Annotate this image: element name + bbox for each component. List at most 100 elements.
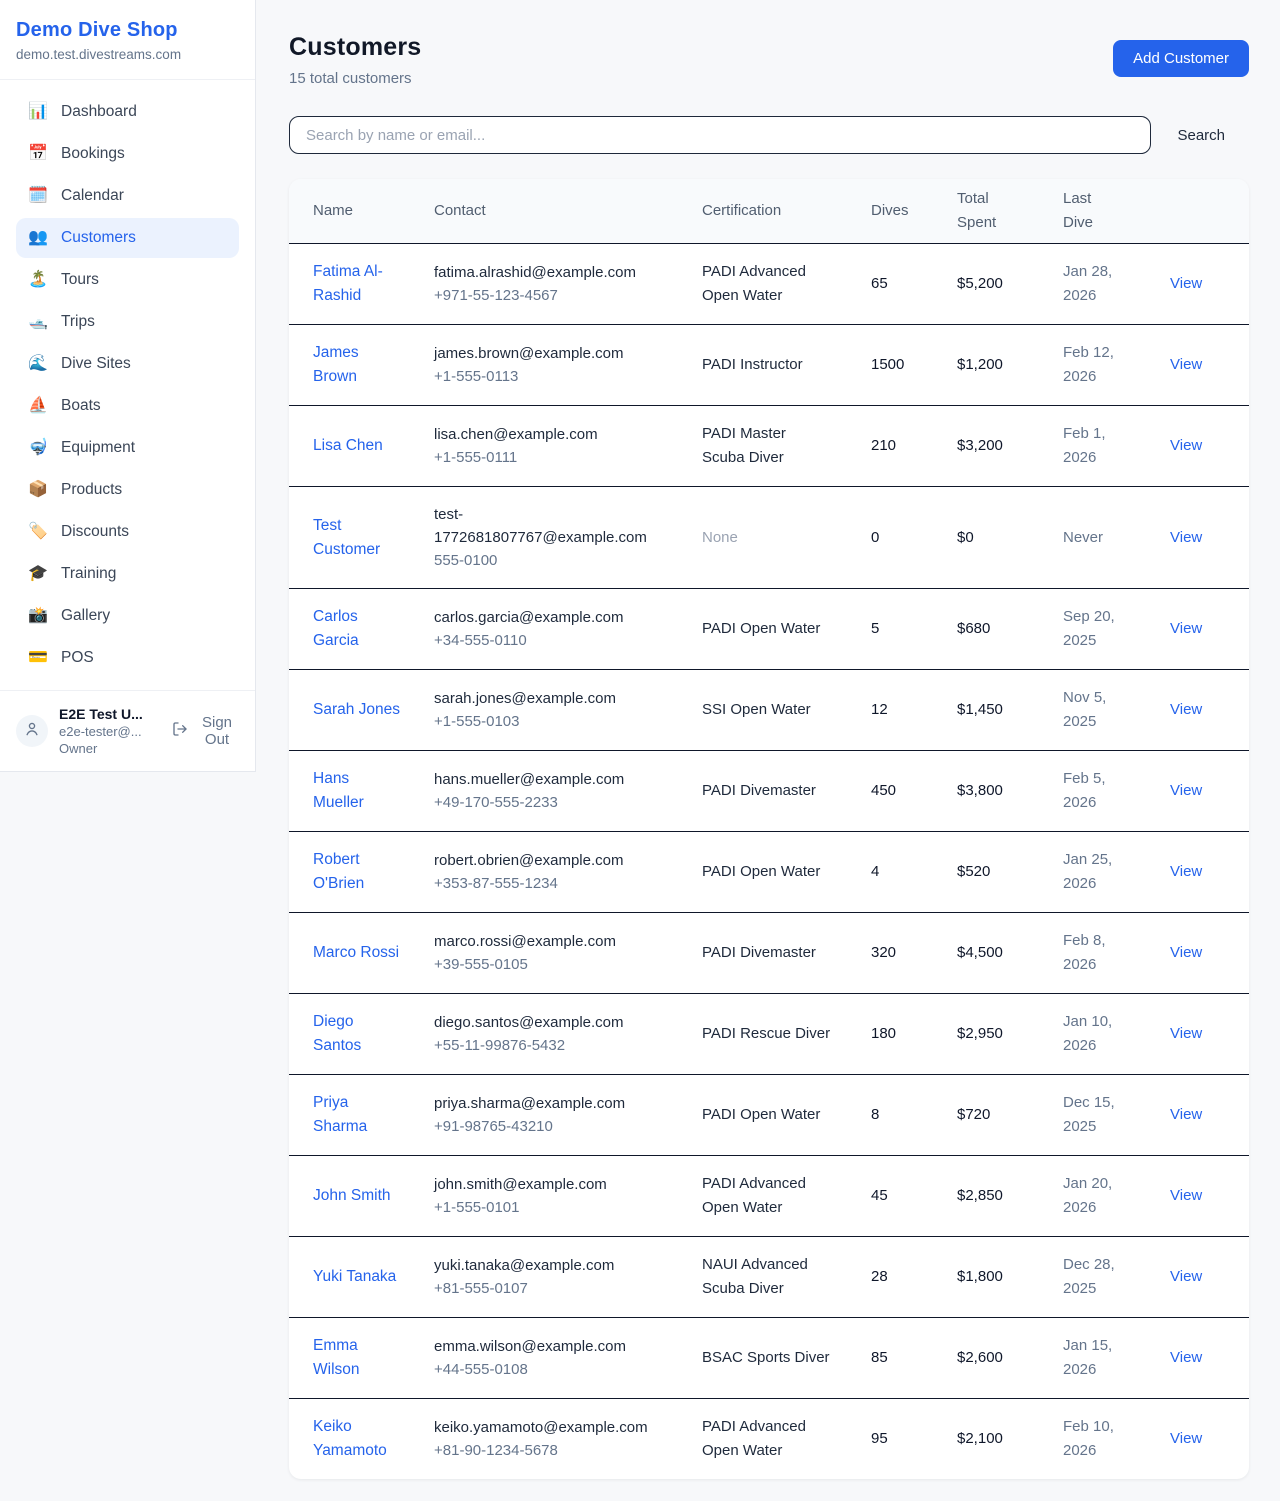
sign-out-button[interactable]: Sign Out xyxy=(172,714,239,748)
customer-name-link[interactable]: Marco Rossi xyxy=(313,944,399,961)
view-customer-link[interactable]: View xyxy=(1170,782,1202,799)
equipment-icon: 🤿 xyxy=(28,437,48,459)
customer-dives: 8 xyxy=(871,1075,957,1156)
view-customer-link[interactable]: View xyxy=(1170,1268,1202,1285)
view-customer-link[interactable]: View xyxy=(1170,529,1202,546)
products-icon: 📦 xyxy=(28,479,48,501)
sidebar-item-label: Training xyxy=(61,565,116,583)
customer-name-link[interactable]: Emma Wilson xyxy=(313,1337,360,1378)
customer-total-spent: $2,600 xyxy=(957,1318,1063,1399)
sidebar-item-products[interactable]: 📦 Products xyxy=(16,470,239,510)
view-customer-link[interactable]: View xyxy=(1170,437,1202,454)
view-customer-link[interactable]: View xyxy=(1170,620,1202,637)
user-info: E2E Test U... e2e-tester@... Owner xyxy=(59,706,155,756)
view-customer-link[interactable]: View xyxy=(1170,1025,1202,1042)
customer-dives: 12 xyxy=(871,670,957,751)
view-customer-link[interactable]: View xyxy=(1170,701,1202,718)
view-customer-link[interactable]: View xyxy=(1170,1187,1202,1204)
customer-phone: +353-87-555-1234 xyxy=(434,872,654,895)
table-row: Carlos Garcia carlos.garcia@example.com … xyxy=(289,589,1249,670)
view-customer-link[interactable]: View xyxy=(1170,1430,1202,1447)
customer-certification: PADI Open Water xyxy=(702,1075,871,1156)
customer-dives: 4 xyxy=(871,832,957,913)
customer-name-link[interactable]: Priya Sharma xyxy=(313,1094,367,1135)
customer-certification: BSAC Sports Diver xyxy=(702,1318,871,1399)
customers-icon: 👥 xyxy=(28,227,48,249)
sidebar-item-label: Bookings xyxy=(61,145,125,163)
sidebar-item-dive-sites[interactable]: 🌊 Dive Sites xyxy=(16,344,239,384)
sidebar-item-label: Dive Sites xyxy=(61,355,131,373)
customer-name-link[interactable]: Robert O'Brien xyxy=(313,851,364,892)
customer-name-link[interactable]: Lisa Chen xyxy=(313,437,383,454)
sidebar-item-dashboard[interactable]: 📊 Dashboard xyxy=(16,92,239,132)
customer-last-dive: Feb 5, 2026 xyxy=(1063,751,1170,832)
sidebar-item-discounts[interactable]: 🏷️ Discounts xyxy=(16,512,239,552)
customer-total-spent: $520 xyxy=(957,832,1063,913)
customer-name-link[interactable]: John Smith xyxy=(313,1187,391,1204)
customer-name-link[interactable]: Test Customer xyxy=(313,517,380,558)
customer-total-spent: $1,800 xyxy=(957,1237,1063,1318)
customer-certification: None xyxy=(702,487,871,589)
customer-dives: 28 xyxy=(871,1237,957,1318)
table-row: Diego Santos diego.santos@example.com +5… xyxy=(289,994,1249,1075)
customer-name-link[interactable]: Sarah Jones xyxy=(313,701,400,718)
customer-last-dive: Dec 28, 2025 xyxy=(1063,1237,1170,1318)
table-row: Priya Sharma priya.sharma@example.com +9… xyxy=(289,1075,1249,1156)
view-customer-link[interactable]: View xyxy=(1170,1106,1202,1123)
customer-dives: 65 xyxy=(871,244,957,325)
customer-name-link[interactable]: Yuki Tanaka xyxy=(313,1268,396,1285)
search-button[interactable]: Search xyxy=(1151,127,1249,144)
dashboard-icon: 📊 xyxy=(28,101,48,123)
sidebar-item-pos[interactable]: 💳 POS xyxy=(16,638,239,678)
sidebar-item-calendar[interactable]: 🗓️ Calendar xyxy=(16,176,239,216)
customer-email: test-1772681807767@example.com xyxy=(434,503,654,549)
customer-name-link[interactable]: Carlos Garcia xyxy=(313,608,359,649)
table-body: Fatima Al-Rashid fatima.alrashid@example… xyxy=(289,244,1249,1480)
sidebar-item-bookings[interactable]: 📅 Bookings xyxy=(16,134,239,174)
customer-name-link[interactable]: Fatima Al-Rashid xyxy=(313,263,383,304)
search-input[interactable] xyxy=(289,116,1151,154)
customer-phone: +39-555-0105 xyxy=(434,953,654,976)
view-customer-link[interactable]: View xyxy=(1170,863,1202,880)
customer-phone: +91-98765-43210 xyxy=(434,1115,654,1138)
customer-dives: 95 xyxy=(871,1399,957,1480)
customer-name-link[interactable]: James Brown xyxy=(313,344,359,385)
sidebar-item-training[interactable]: 🎓 Training xyxy=(16,554,239,594)
view-customer-link[interactable]: View xyxy=(1170,356,1202,373)
sidebar-item-gallery[interactable]: 📸 Gallery xyxy=(16,596,239,636)
training-icon: 🎓 xyxy=(28,563,48,585)
customer-email: yuki.tanaka@example.com xyxy=(434,1254,654,1277)
add-customer-button[interactable]: Add Customer xyxy=(1113,40,1249,77)
customer-total-spent: $2,850 xyxy=(957,1156,1063,1237)
customer-certification: PADI Advanced Open Water xyxy=(702,1156,871,1237)
customer-total-spent: $2,100 xyxy=(957,1399,1063,1480)
view-customer-link[interactable]: View xyxy=(1170,275,1202,292)
sidebar-item-boats[interactable]: ⛵ Boats xyxy=(16,386,239,426)
customer-certification: PADI Advanced Open Water xyxy=(702,244,871,325)
customer-email: carlos.garcia@example.com xyxy=(434,606,654,629)
customer-dives: 45 xyxy=(871,1156,957,1237)
person-icon xyxy=(23,720,41,743)
customer-name-link[interactable]: Diego Santos xyxy=(313,1013,361,1054)
sidebar-item-label: Dashboard xyxy=(61,103,137,121)
brand-domain: demo.test.divestreams.com xyxy=(16,47,239,62)
customer-phone: +49-170-555-2233 xyxy=(434,791,654,814)
customer-name-link[interactable]: Keiko Yamamoto xyxy=(313,1418,387,1459)
customer-name-link[interactable]: Hans Mueller xyxy=(313,770,364,811)
col-header-actions xyxy=(1170,179,1249,244)
sidebar-item-tours[interactable]: 🏝️ Tours xyxy=(16,260,239,300)
col-header-total-spent: Total Spent xyxy=(957,179,1063,244)
sidebar-item-label: Boats xyxy=(61,397,101,415)
customer-phone: +81-90-1234-5678 xyxy=(434,1439,654,1462)
customer-total-spent: $4,500 xyxy=(957,913,1063,994)
sidebar-item-customers[interactable]: 👥 Customers xyxy=(16,218,239,258)
customer-dives: 85 xyxy=(871,1318,957,1399)
view-customer-link[interactable]: View xyxy=(1170,944,1202,961)
customer-email: emma.wilson@example.com xyxy=(434,1335,654,1358)
discounts-icon: 🏷️ xyxy=(28,521,48,543)
sidebar-item-equipment[interactable]: 🤿 Equipment xyxy=(16,428,239,468)
view-customer-link[interactable]: View xyxy=(1170,1349,1202,1366)
sidebar-item-trips[interactable]: 🛥️ Trips xyxy=(16,302,239,342)
user-email: e2e-tester@... xyxy=(59,724,155,739)
sidebar-item-label: Calendar xyxy=(61,187,124,205)
